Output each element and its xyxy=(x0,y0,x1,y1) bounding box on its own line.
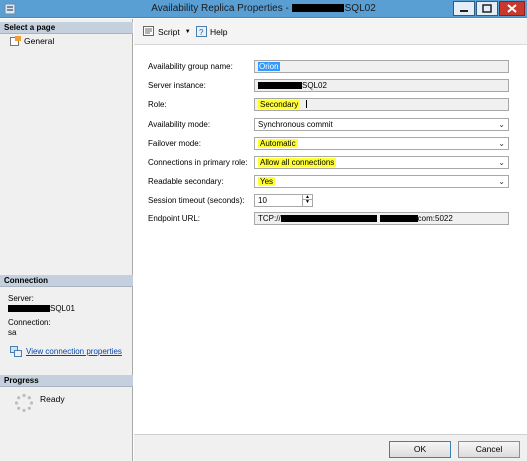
ok-button[interactable]: OK xyxy=(389,441,451,458)
row-failover-mode: Failover mode: xyxy=(148,137,254,150)
redacted-block xyxy=(8,305,50,312)
page-icon xyxy=(10,36,21,46)
maximize-icon xyxy=(482,4,492,13)
failover-mode-select[interactable]: Automatic ⌄ xyxy=(254,137,509,150)
title-bar: Availability Replica Properties - SQL02 xyxy=(0,0,527,18)
chevron-down-icon[interactable]: ⌄ xyxy=(498,119,505,130)
row-availability-mode: Availability mode: xyxy=(148,118,254,131)
script-button[interactable]: Script ▼ xyxy=(143,26,191,37)
availability-mode-label: Availability mode: xyxy=(148,120,211,129)
help-button[interactable]: ? Help xyxy=(196,26,227,37)
dialog-button-bar: OK Cancel xyxy=(134,434,527,461)
chevron-down-icon[interactable]: ⌄ xyxy=(498,176,505,187)
endpoint-url-field[interactable]: TCP:// com:5022 xyxy=(254,212,509,225)
redacted-block xyxy=(291,4,344,12)
progress-status: Ready xyxy=(40,394,65,404)
connections-in-primary-role-value: Allow all connections xyxy=(258,158,337,167)
cancel-button[interactable]: Cancel xyxy=(458,441,520,458)
page-item-general[interactable]: General xyxy=(10,36,54,46)
minimize-button[interactable] xyxy=(453,1,475,16)
toolbar: Script ▼ ? Help xyxy=(134,19,527,45)
minimize-icon xyxy=(460,10,468,12)
right-pane: Script ▼ ? Help Availability group name:… xyxy=(134,19,527,433)
script-label: Script xyxy=(158,26,180,37)
availability-mode-value: Synchronous commit xyxy=(258,120,333,129)
script-icon xyxy=(143,26,154,36)
availability-group-name-value: Orion xyxy=(258,62,280,71)
role-label: Role: xyxy=(148,100,167,109)
role-value: Secondary xyxy=(258,100,301,109)
server-value-suffix: SQL01 xyxy=(50,304,75,313)
readable-secondary-label: Readable secondary: xyxy=(148,177,224,186)
session-timeout-value: 10 xyxy=(258,196,267,205)
row-session-timeout: Session timeout (seconds): xyxy=(148,194,254,207)
connection-info: Server: SQL01 Connection: sa xyxy=(8,294,128,338)
redacted-block xyxy=(258,82,302,89)
connection-header: Connection xyxy=(0,275,133,287)
row-role: Role: xyxy=(148,98,254,111)
window-title-prefix: Availability Replica Properties - xyxy=(151,3,292,14)
view-connection-label[interactable]: View connection properties xyxy=(26,347,122,356)
server-instance-label: Server instance: xyxy=(148,81,206,90)
row-connections-in-primary-role: Connections in primary role: xyxy=(148,156,254,169)
availability-mode-select[interactable]: Synchronous commit ⌄ xyxy=(254,118,509,131)
close-icon xyxy=(507,4,517,13)
page-item-label: General xyxy=(24,36,55,46)
left-pane: Select a page General Connection Server:… xyxy=(0,19,133,461)
redacted-block xyxy=(379,215,418,222)
session-timeout-label: Session timeout (seconds): xyxy=(148,196,245,205)
stepper-arrows[interactable]: ▲ ▼ xyxy=(302,195,312,206)
connections-in-primary-role-label: Connections in primary role: xyxy=(148,158,248,167)
progress-header: Progress xyxy=(0,375,133,387)
select-page-header: Select a page xyxy=(0,22,133,34)
window-title-suffix: SQL02 xyxy=(344,3,376,14)
role-field[interactable]: Secondary xyxy=(254,98,509,111)
availability-group-name-field[interactable]: Orion xyxy=(254,60,509,73)
failover-mode-label: Failover mode: xyxy=(148,139,201,148)
server-instance-value-suffix: SQL02 xyxy=(302,81,327,90)
readable-secondary-select[interactable]: Yes ⌄ xyxy=(254,175,509,188)
text-cursor xyxy=(306,100,308,108)
availability-group-name-label: Availability group name: xyxy=(148,62,233,71)
row-availability-group-name: Availability group name: xyxy=(148,60,254,73)
chevron-down-icon[interactable]: ⌄ xyxy=(498,138,505,149)
row-server-instance: Server instance: xyxy=(148,79,254,92)
chevron-down-icon[interactable]: ▼ xyxy=(303,200,312,205)
svg-text:?: ? xyxy=(199,28,204,37)
server-value: SQL01 xyxy=(8,304,128,314)
chevron-down-icon[interactable]: ⌄ xyxy=(498,157,505,168)
redacted-block xyxy=(280,215,377,222)
maximize-button[interactable] xyxy=(476,1,498,16)
help-label: Help xyxy=(210,26,228,37)
chevron-down-icon[interactable]: ▼ xyxy=(185,29,191,35)
help-icon: ? xyxy=(196,26,207,37)
readable-secondary-value: Yes xyxy=(258,177,276,186)
view-connection-properties-link[interactable]: View connection properties xyxy=(10,346,122,357)
connection-properties-icon xyxy=(10,346,22,357)
server-instance-field[interactable]: SQL02 xyxy=(254,79,509,92)
server-label: Server: xyxy=(8,294,34,303)
failover-mode-value: Automatic xyxy=(258,139,298,148)
close-button[interactable] xyxy=(499,1,525,16)
endpoint-url-suffix: com:5022 xyxy=(417,214,453,223)
connections-in-primary-role-select[interactable]: Allow all connections ⌄ xyxy=(254,156,509,169)
endpoint-url-label: Endpoint URL: xyxy=(148,214,201,223)
connection-value: sa xyxy=(8,328,17,337)
progress-spinner-icon xyxy=(14,393,34,413)
row-readable-secondary: Readable secondary: xyxy=(148,175,254,188)
session-timeout-stepper[interactable]: 10 ▲ ▼ xyxy=(254,194,313,207)
endpoint-url-prefix: TCP:// xyxy=(258,214,281,223)
window-title: Availability Replica Properties - SQL02 xyxy=(0,3,527,14)
connection-label: Connection: xyxy=(8,318,51,327)
row-endpoint-url: Endpoint URL: xyxy=(148,212,254,225)
